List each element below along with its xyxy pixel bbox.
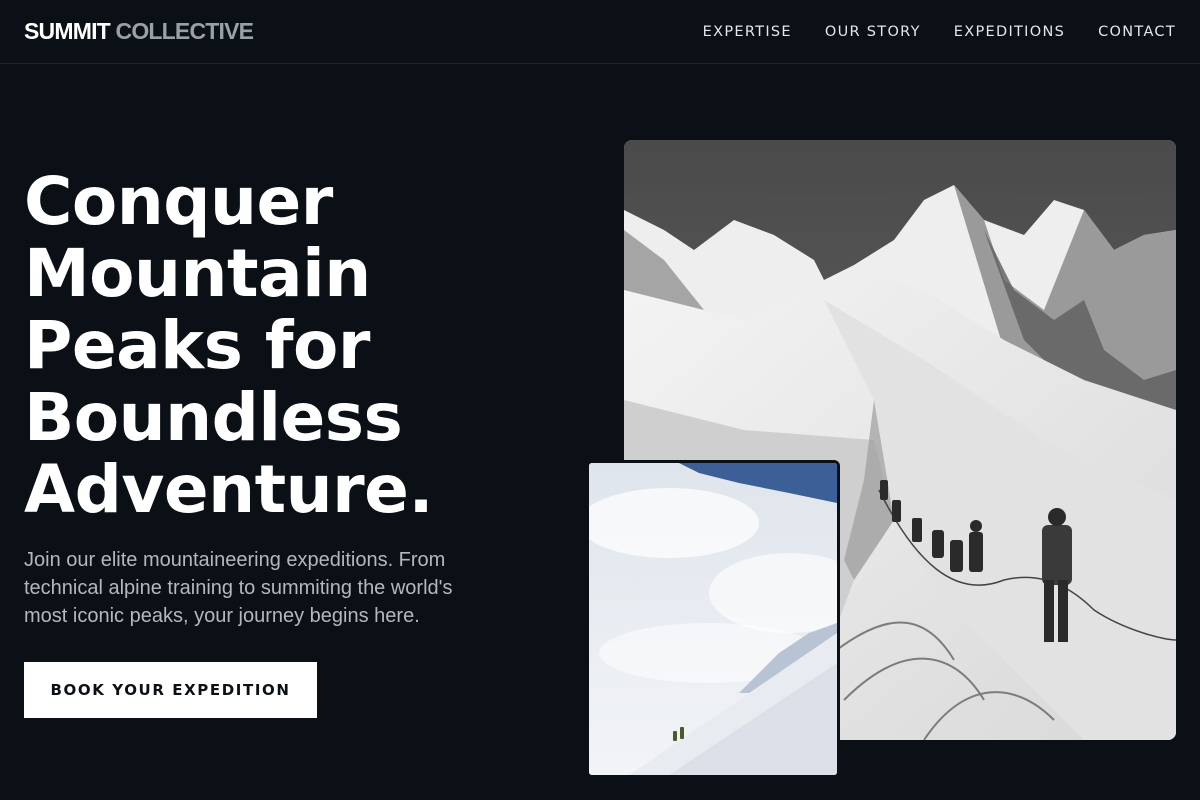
hero-description: Join our elite mountaineering expedition… [24, 546, 504, 630]
brand-secondary-text: COLLECTIVE [115, 18, 254, 44]
headline-line: Adventure. [24, 451, 434, 528]
book-expedition-button[interactable]: BOOK YOUR EXPEDITION [24, 662, 317, 718]
hero-inset-photo [586, 460, 840, 778]
nav-link-expertise[interactable]: EXPERTISE [703, 24, 792, 40]
brand-primary-text: SUMMIT [24, 18, 111, 44]
snowy-slope-illustration [589, 463, 837, 775]
headline-line: Peaks for [24, 307, 370, 384]
nav-link-contact[interactable]: CONTACT [1098, 24, 1176, 40]
main-nav: EXPERTISE OUR STORY EXPEDITIONS CONTACT [703, 24, 1176, 40]
hero-headline: Conquer Mountain Peaks for Boundless Adv… [24, 166, 544, 526]
site-header: SUMMIT COLLECTIVE EXPERTISE OUR STORY EX… [0, 0, 1200, 64]
headline-line: Mountain [24, 235, 371, 312]
description-line: technical alpine training to summiting t… [24, 577, 453, 599]
headline-line: Conquer [24, 163, 333, 240]
nav-link-expeditions[interactable]: EXPEDITIONS [954, 24, 1065, 40]
brand-logo[interactable]: SUMMIT COLLECTIVE [24, 18, 254, 44]
description-line: Join our elite mountaineering expedition… [24, 549, 446, 571]
description-line: most iconic peaks, your journey begins h… [24, 605, 420, 627]
nav-link-our-story[interactable]: OUR STORY [825, 24, 921, 40]
headline-line: Boundless [24, 379, 403, 456]
page: SUMMIT COLLECTIVE EXPERTISE OUR STORY EX… [0, 0, 1200, 800]
